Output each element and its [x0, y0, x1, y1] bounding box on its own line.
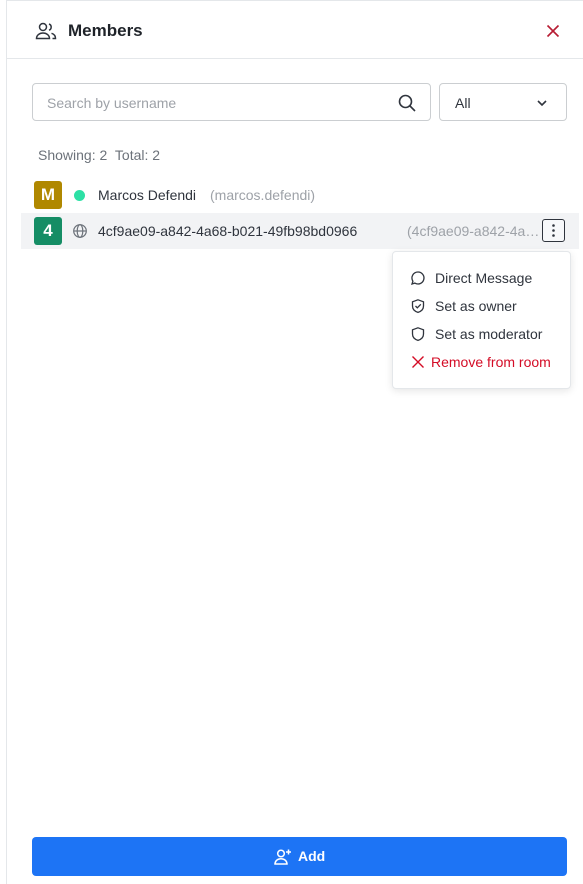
- kebab-icon: [552, 224, 555, 237]
- shield-check-icon: [411, 299, 425, 314]
- search-icon[interactable]: [397, 93, 417, 113]
- member-username: (marcos.defendi): [210, 187, 316, 203]
- online-status-icon: [74, 190, 85, 201]
- globe-icon: [73, 224, 87, 238]
- menu-item-set-owner[interactable]: Set as owner: [393, 292, 570, 320]
- add-user-icon: [274, 849, 291, 865]
- shield-icon: [411, 327, 425, 342]
- members-panel: Members All Showing: 2 Total: 2 M Marcos…: [6, 0, 583, 884]
- member-row[interactable]: M Marcos Defendi (marcos.defendi): [21, 177, 579, 213]
- panel-title: Members: [68, 21, 143, 40]
- menu-item-label: Set as moderator: [435, 326, 543, 342]
- status-filter-select[interactable]: All: [439, 83, 567, 121]
- close-icon[interactable]: [543, 21, 563, 41]
- menu-item-direct-message[interactable]: Direct Message: [393, 264, 570, 292]
- add-button-label: Add: [298, 848, 326, 864]
- chevron-down-icon: [537, 100, 547, 107]
- member-name: 4cf9ae09-a842-4a68-b021-49fb98bd0966: [98, 223, 358, 239]
- message-icon: [410, 271, 425, 286]
- showing-count: Showing: 2: [38, 147, 108, 163]
- members-icon: [35, 22, 57, 40]
- search-box: [32, 83, 431, 121]
- total-count: Total: 2: [114, 147, 161, 163]
- menu-item-remove-from-room[interactable]: Remove from room: [393, 348, 570, 376]
- avatar[interactable]: M: [34, 181, 62, 209]
- cross-icon: [412, 356, 424, 368]
- member-username: (4cf9ae09-a842-4a68-b021-49fb98bd0966): [407, 223, 540, 239]
- member-kebab-menu-button[interactable]: [542, 219, 565, 242]
- avatar[interactable]: 4: [34, 217, 62, 245]
- panel-header: Members: [7, 1, 583, 59]
- member-row[interactable]: 4 4cf9ae09-a842-4a68-b021-49fb98bd0966 (…: [21, 213, 579, 249]
- menu-item-label: Remove from room: [431, 354, 551, 370]
- search-input[interactable]: [47, 93, 387, 113]
- member-actions-menu: Direct Message Set as owner Set as moder…: [392, 251, 571, 389]
- member-name: Marcos Defendi: [98, 187, 197, 203]
- add-member-button[interactable]: Add: [32, 837, 567, 876]
- member-counts: Showing: 2 Total: 2: [38, 147, 164, 163]
- menu-item-label: Direct Message: [435, 270, 533, 286]
- status-filter-value: All: [455, 95, 471, 111]
- menu-item-set-moderator[interactable]: Set as moderator: [393, 320, 570, 348]
- menu-item-label: Set as owner: [435, 298, 517, 314]
